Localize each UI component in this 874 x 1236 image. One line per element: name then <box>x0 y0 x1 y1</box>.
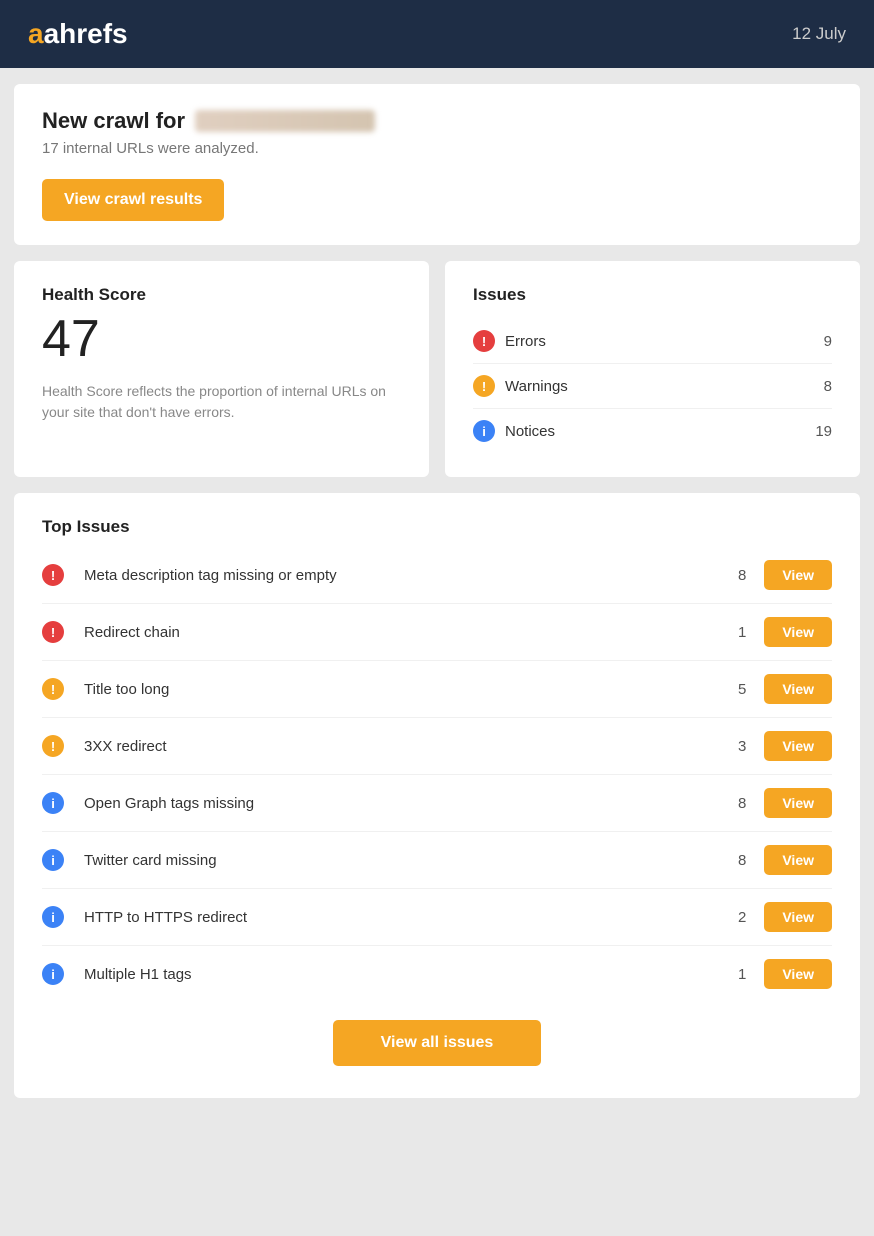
issues-warnings-row: ! Warnings 8 <box>473 364 832 409</box>
top-issue-count: 1 <box>726 966 746 983</box>
notices-count: 19 <box>815 423 832 440</box>
top-issue-count: 8 <box>726 795 746 812</box>
top-issue-label: Title too long <box>84 681 726 698</box>
issues-title: Issues <box>473 285 832 305</box>
top-issue-type-icon: i <box>42 963 64 985</box>
warning-icon: ! <box>473 375 495 397</box>
health-score-card: Health Score 47 Health Score reflects th… <box>14 261 429 477</box>
top-issue-view-button[interactable]: View <box>764 902 832 932</box>
header-date: 12 July <box>792 24 846 44</box>
warnings-count: 8 <box>824 378 832 395</box>
health-score-value: 47 <box>42 313 401 365</box>
top-issue-label: 3XX redirect <box>84 738 726 755</box>
top-issue-row: i Open Graph tags missing 8 View <box>42 775 832 832</box>
health-score-label: Health Score <box>42 285 401 305</box>
top-issues-list: ! Meta description tag missing or empty … <box>42 547 832 1002</box>
metrics-row: Health Score 47 Health Score reflects th… <box>14 261 860 477</box>
top-issue-label: Meta description tag missing or empty <box>84 567 726 584</box>
blurred-domain <box>195 110 375 132</box>
top-issue-type-icon: ! <box>42 735 64 757</box>
top-issue-view-button[interactable]: View <box>764 731 832 761</box>
error-icon: ! <box>473 330 495 352</box>
top-issue-row: ! Title too long 5 View <box>42 661 832 718</box>
top-issue-count: 2 <box>726 909 746 926</box>
top-issue-type-icon: ! <box>42 564 64 586</box>
errors-label: Errors <box>505 333 824 350</box>
notice-icon: i <box>473 420 495 442</box>
top-issue-type-icon: i <box>42 906 64 928</box>
issues-card: Issues ! Errors 9 ! Warnings 8 i Notices… <box>445 261 860 477</box>
top-issue-view-button[interactable]: View <box>764 674 832 704</box>
crawl-subtitle: 17 internal URLs were analyzed. <box>42 140 832 157</box>
top-issue-view-button[interactable]: View <box>764 959 832 989</box>
crawl-title-prefix: New crawl for <box>42 108 185 134</box>
logo-a: a <box>28 18 44 49</box>
warnings-label: Warnings <box>505 378 824 395</box>
top-issue-type-icon: ! <box>42 621 64 643</box>
top-issue-view-button[interactable]: View <box>764 617 832 647</box>
top-issue-label: Multiple H1 tags <box>84 966 726 983</box>
top-issue-count: 8 <box>726 852 746 869</box>
top-issue-type-icon: i <box>42 849 64 871</box>
header: aahrefs 12 July <box>0 0 874 68</box>
top-issue-count: 5 <box>726 681 746 698</box>
top-issue-view-button[interactable]: View <box>764 788 832 818</box>
view-all-issues-button[interactable]: View all issues <box>333 1020 542 1066</box>
top-issue-view-button[interactable]: View <box>764 845 832 875</box>
top-issue-view-button[interactable]: View <box>764 560 832 590</box>
notices-label: Notices <box>505 423 815 440</box>
top-issue-count: 3 <box>726 738 746 755</box>
errors-count: 9 <box>824 333 832 350</box>
top-issue-row: ! 3XX redirect 3 View <box>42 718 832 775</box>
top-issue-count: 8 <box>726 567 746 584</box>
crawl-card: New crawl for 17 internal URLs were anal… <box>14 84 860 245</box>
top-issue-label: Open Graph tags missing <box>84 795 726 812</box>
top-issue-label: HTTP to HTTPS redirect <box>84 909 726 926</box>
view-all-section: View all issues <box>42 1002 832 1074</box>
top-issues-title: Top Issues <box>42 517 832 537</box>
view-crawl-results-button[interactable]: View crawl results <box>42 179 224 221</box>
top-issue-row: i Multiple H1 tags 1 View <box>42 946 832 1002</box>
top-issue-row: i HTTP to HTTPS redirect 2 View <box>42 889 832 946</box>
issues-errors-row: ! Errors 9 <box>473 319 832 364</box>
top-issue-count: 1 <box>726 624 746 641</box>
issues-notices-row: i Notices 19 <box>473 409 832 453</box>
top-issue-row: i Twitter card missing 8 View <box>42 832 832 889</box>
top-issue-row: ! Meta description tag missing or empty … <box>42 547 832 604</box>
top-issue-row: ! Redirect chain 1 View <box>42 604 832 661</box>
top-issue-label: Twitter card missing <box>84 852 726 869</box>
top-issue-type-icon: ! <box>42 678 64 700</box>
crawl-title: New crawl for <box>42 108 832 134</box>
top-issue-type-icon: i <box>42 792 64 814</box>
health-score-description: Health Score reflects the proportion of … <box>42 381 401 423</box>
top-issue-label: Redirect chain <box>84 624 726 641</box>
logo: aahrefs <box>28 18 128 50</box>
top-issues-card: Top Issues ! Meta description tag missin… <box>14 493 860 1098</box>
